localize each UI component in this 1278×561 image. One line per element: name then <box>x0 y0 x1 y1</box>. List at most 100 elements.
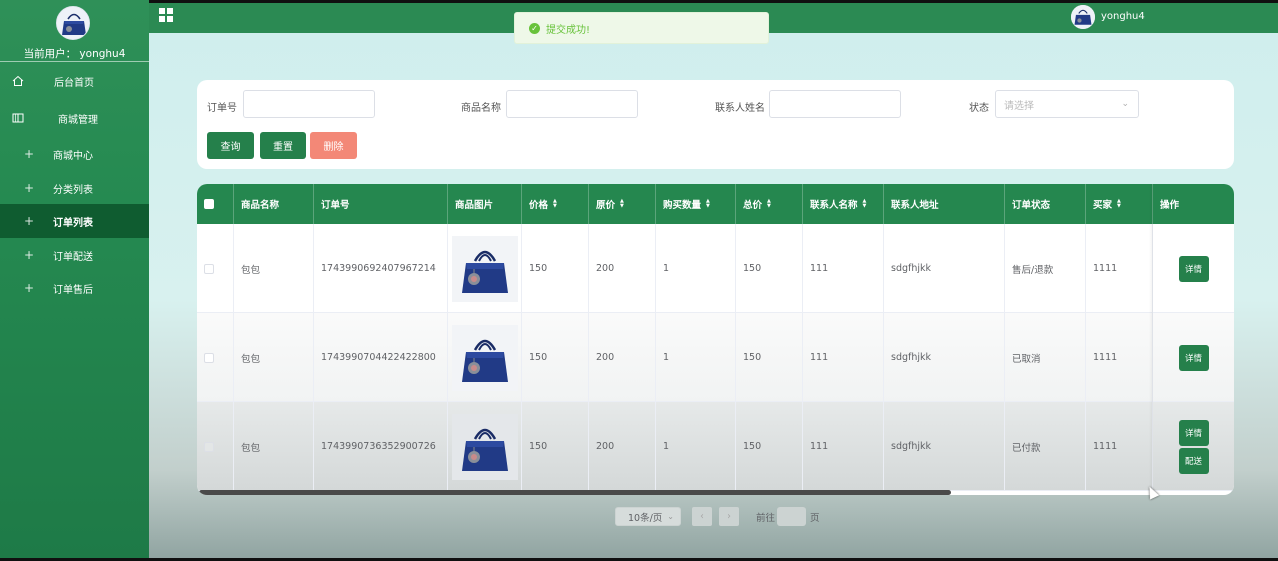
jump-page-input[interactable] <box>777 507 806 526</box>
cell-quantity: 1 <box>656 402 736 491</box>
app-frame: 当前用户： yonghu4 后台首页 商城管理 + 商城中心 + 分类列表 + … <box>0 0 1278 561</box>
sidebar-item-order-list[interactable]: + 订单列表 <box>0 204 149 238</box>
orders-table: 商品名称 订单号 商品图片 价格 ▲ ▼ 原价 ▲ ▼ 购买数量 ▲ ▼ 总价 ▲ ▼ 联系人名… <box>197 184 1234 495</box>
cell-quantity: 1 <box>656 313 736 402</box>
cell-total: 150 <box>736 224 803 313</box>
product-name-label: 商品名称 <box>461 103 501 114</box>
sidebar-item-home[interactable]: 后台首页 <box>0 64 149 98</box>
handbag-image[interactable] <box>451 235 518 302</box>
cell-original-price: 200 <box>589 402 656 491</box>
order-no-input[interactable] <box>243 90 375 118</box>
plus-icon: + <box>24 281 35 295</box>
sidebar-item-mall-management[interactable]: 商城管理 <box>0 101 149 135</box>
handbag-image <box>57 7 89 39</box>
horizontal-scrollbar[interactable] <box>199 490 951 495</box>
sort-icon[interactable]: ▲ ▼ <box>1117 199 1121 209</box>
sort-icon[interactable]: ▲ ▼ <box>767 199 771 209</box>
cell-actions: 详情 配送 <box>1153 402 1234 491</box>
cell-product-name: 包包 <box>234 402 314 491</box>
chevron-down-icon: ⌄ <box>667 512 674 521</box>
deliver-button[interactable]: 配送 <box>1178 447 1209 474</box>
sidebar-item-after-sales[interactable]: + 订单售后 <box>0 271 149 305</box>
home-icon <box>11 74 25 88</box>
avatar[interactable] <box>56 6 90 40</box>
sidebar-item-category-list[interactable]: + 分类列表 <box>0 171 149 205</box>
col-header-contact-name[interactable]: 联系人名称 ▲ ▼ <box>803 184 884 224</box>
sidebar-item-label: 订单列表 <box>53 217 93 229</box>
fixed-column-shadow <box>1149 184 1153 495</box>
header-avatar[interactable] <box>1071 5 1095 29</box>
table-row: 包包 1743990736352900726 150 200 1 150 111… <box>197 402 1234 491</box>
cell-product-name: 包包 <box>234 224 314 313</box>
col-header-order-status: 订单状态 <box>1005 184 1086 224</box>
status-select[interactable]: 请选择 ⌄ <box>995 90 1139 118</box>
col-header-total[interactable]: 总价 ▲ ▼ <box>736 184 803 224</box>
sidebar-item-label: 订单售后 <box>53 284 93 296</box>
details-button[interactable]: 详情 <box>1178 419 1209 446</box>
col-header-order-no: 订单号 <box>314 184 448 224</box>
cell-actions: 详情 <box>1153 313 1234 402</box>
details-button[interactable]: 详情 <box>1178 344 1209 371</box>
chevron-right-icon: › <box>727 511 731 522</box>
sort-icon[interactable]: ▲ ▼ <box>706 199 710 209</box>
page-size-select[interactable]: 10条/页 ⌄ <box>615 507 681 526</box>
sort-icon[interactable]: ▲ ▼ <box>620 199 624 209</box>
sidebar: 当前用户： yonghu4 后台首页 商城管理 + 商城中心 + 分类列表 + … <box>0 0 149 561</box>
next-page-button[interactable]: › <box>719 507 739 526</box>
table-row: 包包 1743990692407967214 150 200 1 150 111… <box>197 224 1234 313</box>
table-header: 商品名称 订单号 商品图片 价格 ▲ ▼ 原价 ▲ ▼ 购买数量 ▲ ▼ 总价 ▲ ▼ 联系人名… <box>197 184 1234 224</box>
grid-menu-icon[interactable] <box>159 8 173 22</box>
sort-icon[interactable]: ▲ ▼ <box>863 199 867 209</box>
cell-actions: 详情 <box>1153 224 1234 313</box>
row-checkbox[interactable] <box>204 263 214 274</box>
col-header-actions: 操作 <box>1160 200 1180 211</box>
cell-original-price: 200 <box>589 224 656 313</box>
cell-buyer: 1111 <box>1086 402 1153 491</box>
sidebar-item-label: 商城管理 <box>58 114 98 126</box>
status-label: 状态 <box>969 103 989 114</box>
success-toast: ✓ 提交成功! <box>514 12 769 44</box>
sidebar-item-label: 分类列表 <box>53 184 93 196</box>
cell-product-image <box>448 402 522 491</box>
cell-address: sdgfhjkk <box>884 224 1005 313</box>
contact-name-input[interactable] <box>769 90 901 118</box>
prev-page-button[interactable]: ‹ <box>692 507 712 526</box>
cell-status: 已取消 <box>1005 313 1086 402</box>
cell-contact-name: 111 <box>803 313 884 402</box>
cell-buyer: 1111 <box>1086 224 1153 313</box>
cell-order-no: 1743990704422422800 <box>314 313 448 402</box>
order-no-label: 订单号 <box>207 103 237 114</box>
header-username[interactable]: yonghu4 <box>1101 11 1145 22</box>
details-button[interactable]: 详情 <box>1178 255 1209 282</box>
delete-button[interactable]: 删除 <box>310 132 357 159</box>
cell-price: 150 <box>522 313 589 402</box>
select-all-checkbox[interactable] <box>204 199 214 209</box>
col-header-buyer[interactable]: 买家 ▲ ▼ <box>1086 184 1153 224</box>
sort-icon[interactable]: ▲ ▼ <box>553 199 557 209</box>
product-name-input[interactable] <box>506 90 638 118</box>
cell-product-name: 包包 <box>234 313 314 402</box>
cell-address: sdgfhjkk <box>884 313 1005 402</box>
col-header-price[interactable]: 价格 ▲ ▼ <box>522 184 589 224</box>
current-user-label: 当前用户： yonghu4 <box>23 48 126 60</box>
sidebar-item-label: 后台首页 <box>54 77 94 89</box>
cell-product-image <box>448 224 522 313</box>
row-checkbox[interactable] <box>204 441 214 452</box>
row-checkbox[interactable] <box>204 352 214 363</box>
handbag-image[interactable] <box>451 324 518 391</box>
col-header-quantity[interactable]: 购买数量 ▲ ▼ <box>656 184 736 224</box>
col-header-product-image: 商品图片 <box>448 184 522 224</box>
handbag-image[interactable] <box>451 413 518 480</box>
col-header-original-price[interactable]: 原价 ▲ ▼ <box>589 184 656 224</box>
query-button[interactable]: 查询 <box>207 132 254 159</box>
handbag-image <box>1071 5 1095 29</box>
plus-icon: + <box>24 147 35 161</box>
cell-order-no: 1743990736352900726 <box>314 402 448 491</box>
sidebar-item-order-delivery[interactable]: + 订单配送 <box>0 238 149 272</box>
cell-buyer: 1111 <box>1086 313 1153 402</box>
sidebar-item-label: 商城中心 <box>53 150 93 162</box>
cell-total: 150 <box>736 313 803 402</box>
sidebar-item-mall-center[interactable]: + 商城中心 <box>0 137 149 171</box>
reset-button[interactable]: 重置 <box>260 132 306 159</box>
cell-address: sdgfhjkk <box>884 402 1005 491</box>
